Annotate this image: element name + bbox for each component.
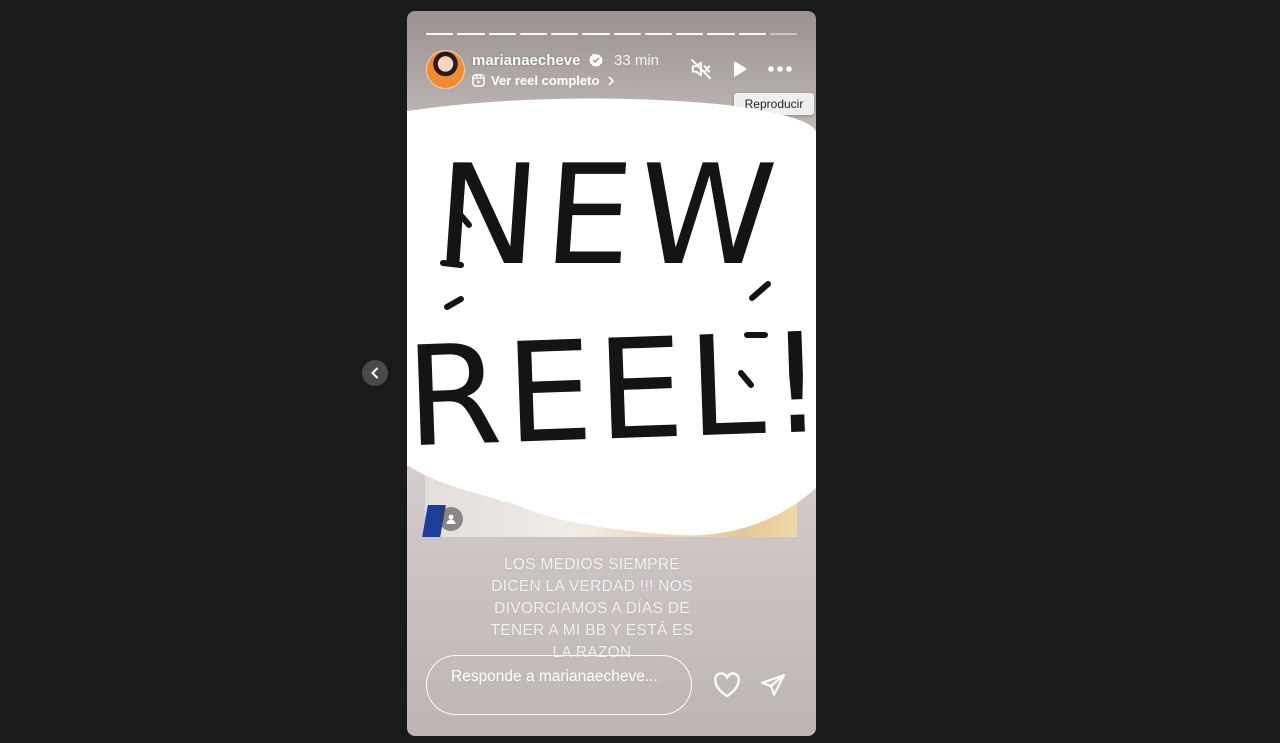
progress-segment [613,33,641,35]
progress-segment [488,33,516,35]
paper-plane-icon [761,674,785,696]
story-caption: LOS MEDIOS SIEMPRE DICEN LA VERDAD !!! N… [490,556,694,661]
progress-segment [676,33,704,35]
sticker-text-line1: NEW [430,135,786,296]
progress-segment [707,33,735,35]
speaker-muted-icon [690,58,712,80]
previous-story-button[interactable] [362,360,388,386]
verified-badge-icon [589,53,603,67]
sticker-text-line2: REEL! [407,303,816,479]
new-reel-sticker: NEW REEL! [407,98,816,536]
progress-segment [644,33,672,35]
share-button[interactable] [757,669,789,701]
chevron-left-icon [371,367,378,379]
story-progress-bar [426,33,797,35]
progress-segment [769,33,797,35]
progress-segment [457,33,485,35]
progress-segment [738,33,766,35]
progress-segment [519,33,547,35]
progress-segment [582,33,610,35]
username-link[interactable]: marianaecheve [472,52,580,69]
view-full-reel-link[interactable]: Ver reel completo [472,73,615,88]
chevron-right-icon [608,75,615,86]
play-icon [733,61,747,77]
progress-segment [426,33,454,35]
reply-input[interactable]: Responde a marianaecheve... [426,655,692,715]
heart-icon [714,672,740,698]
story-viewer[interactable]: marianaecheve 33 min Ver reel completo R… [407,11,816,736]
mute-button[interactable] [688,56,714,82]
more-options-icon [768,66,792,72]
progress-segment [551,33,579,35]
post-time: 33 min [614,52,660,69]
view-full-reel-label: Ver reel completo [491,73,600,88]
reel-icon [472,74,485,87]
more-options-button[interactable] [767,56,793,82]
avatar[interactable] [426,50,465,89]
like-button[interactable] [711,669,743,701]
story-header: marianaecheve 33 min Ver reel completo [425,49,798,93]
play-button[interactable] [726,56,752,82]
